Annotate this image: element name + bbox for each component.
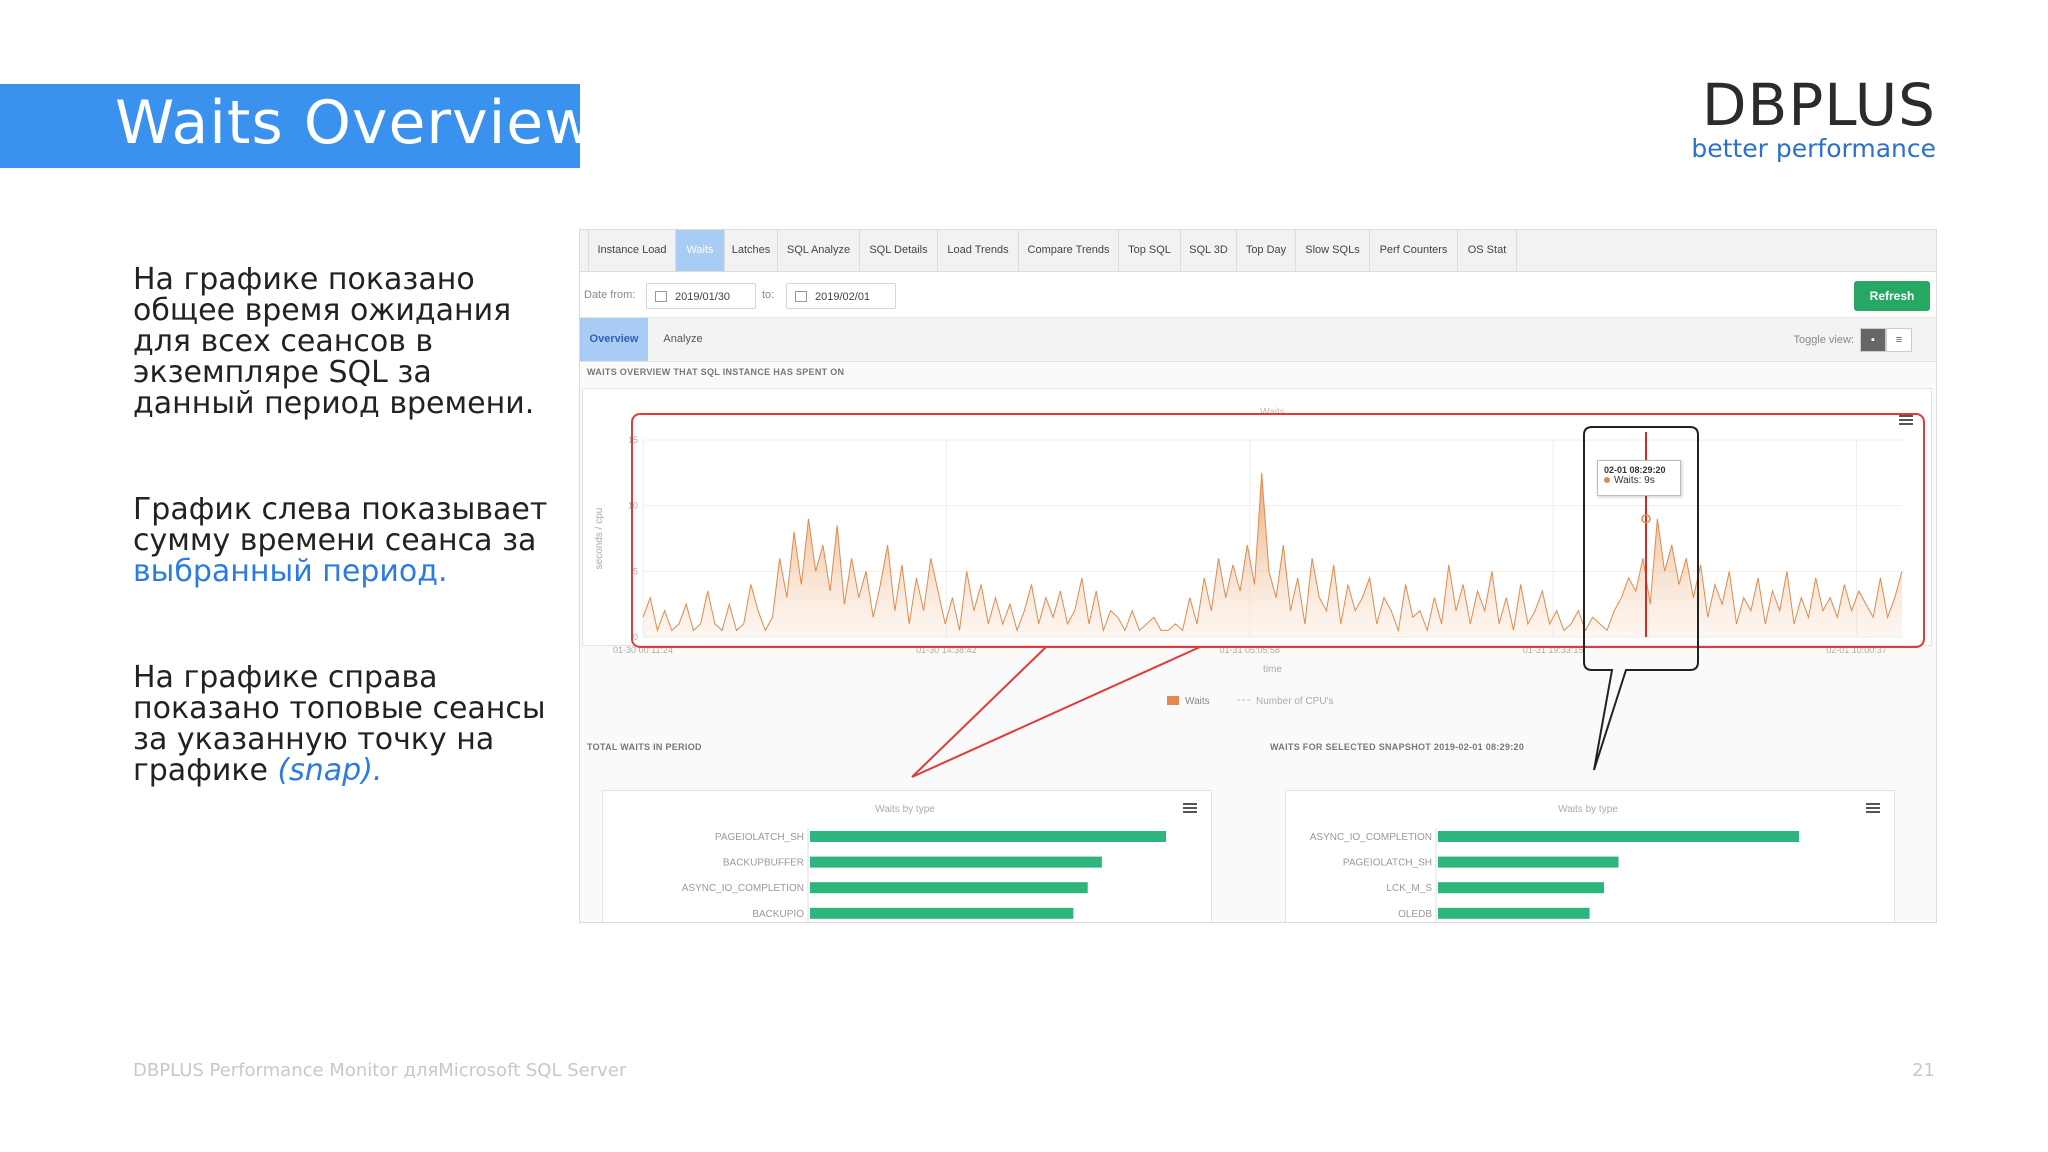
legend-waits-label: Waits	[1185, 696, 1210, 707]
y-tick-label: 10	[628, 501, 638, 511]
y-axis-label: seconds / cpu	[594, 508, 605, 570]
paragraph-2-text: График слева показывает сумму времени се…	[133, 492, 548, 558]
right-waits-by-type-category-label: LCK_M_S	[1386, 883, 1432, 894]
right-waits-by-type-bar	[1438, 831, 1799, 842]
x-tick-label: 01-31 19:33:15	[1523, 645, 1584, 655]
logo-tagline: better performance	[1691, 133, 1936, 163]
right-waits-by-type-category-label: PAGEIOLATCH_SH	[1343, 858, 1432, 869]
y-tick-label: 15	[628, 435, 638, 445]
right-waits-by-type-bar	[1438, 882, 1605, 894]
x-tick-label: 01-31 05:05:58	[1219, 645, 1280, 655]
x-tick-label: 01-30 00:11:24	[613, 645, 673, 655]
chart-tooltip: 02-01 08:29:20 Waits: 9s	[1597, 460, 1681, 496]
legend-waits-swatch	[1167, 696, 1179, 705]
left-waits-by-type-bar	[810, 907, 1074, 919]
footer-product: DBPLUS Performance Monitor дляMicrosoft …	[133, 1060, 627, 1081]
page-number: 21	[1912, 1060, 1935, 1081]
tooltip-series-dot	[1604, 477, 1610, 483]
logo: DBPLUS better performance	[1691, 71, 1936, 163]
chart-menu-icon[interactable]	[1899, 415, 1913, 426]
paragraph-2-highlight: выбранный период.	[133, 554, 448, 589]
x-tick-label: 01-30 14:38:42	[916, 645, 977, 655]
x-tick-label: 02-01 10:00:37	[1826, 645, 1887, 655]
right-waits-by-type-bar	[1438, 856, 1619, 868]
paragraph-3-highlight: (snap).	[277, 753, 383, 788]
paragraph-left-chart: График слева показывает сумму времени се…	[133, 494, 553, 587]
right-waits-by-type-bar	[1438, 907, 1590, 919]
charts-layer: Waits 0 5 10 15 seconds / cpu 01-30 00:11:24 01…	[594, 407, 1903, 922]
left-waits-by-type-category-label: BACKUPBUFFER	[723, 858, 804, 869]
right-chart-menu-icon[interactable]	[1866, 803, 1880, 814]
paragraph-1-text: На графике показано общее время ожидания…	[133, 262, 535, 421]
left-waits-by-type-bar	[810, 856, 1102, 868]
legend-cpu-label: Number of CPU's	[1256, 696, 1334, 707]
left-waits-by-type-title: Waits by type	[875, 804, 935, 815]
waits-area	[643, 472, 1902, 637]
x-axis-label: time	[1263, 664, 1282, 675]
left-chart-menu-icon[interactable]	[1183, 803, 1197, 814]
left-waits-by-type-bar	[810, 831, 1166, 842]
right-waits-by-type-category-label: OLEDB	[1398, 909, 1432, 920]
logo-main: DBPLUS	[1701, 71, 1936, 139]
chart-title: Waits	[1260, 407, 1285, 418]
left-waits-by-type-category-label: ASYNC_IO_COMPLETION	[682, 883, 804, 894]
paragraph-total-waits: На графике показано общее время ожидания…	[133, 264, 553, 419]
right-waits-by-type-category-label: ASYNC_IO_COMPLETION	[1310, 832, 1432, 843]
left-waits-by-type-category-label: BACKUPIO	[752, 909, 804, 920]
left-waits-by-type-bar	[810, 882, 1088, 894]
y-tick-label: 5	[633, 566, 638, 576]
slide-title: Waits Overview	[115, 88, 595, 158]
app-screenshot: Instance Load Waits Latches SQL Analyze …	[579, 229, 1937, 923]
y-tick-label: 0	[633, 632, 638, 642]
tooltip-date: 02-01 08:29:20	[1604, 465, 1666, 475]
left-waits-by-type-category-label: PAGEIOLATCH_SH	[715, 832, 804, 843]
paragraph-right-chart: На графике справа показано топовые сеанс…	[133, 662, 553, 786]
right-waits-by-type-title: Waits by type	[1558, 804, 1618, 815]
tooltip-value: Waits: 9s	[1614, 475, 1655, 486]
